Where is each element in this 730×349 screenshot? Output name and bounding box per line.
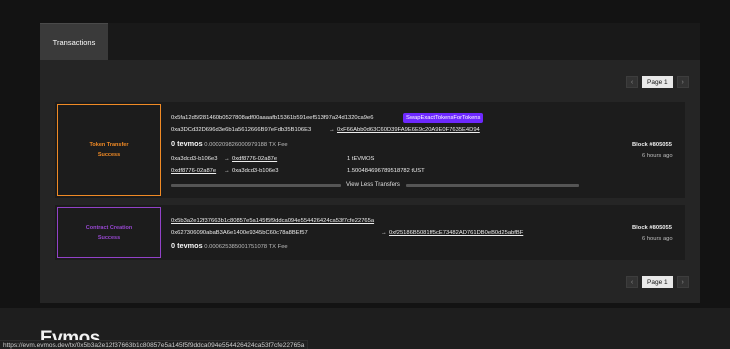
tx-type-label: Token Transfer: [89, 142, 129, 148]
tab-transactions[interactable]: Transactions: [40, 23, 108, 60]
tx-hash-link[interactable]: 0x5b3a2e12f37663b1c80857e5a145f5f9ddca09…: [171, 218, 374, 224]
tx-from-address[interactable]: 0xa3DCd32D696d3e6b1a5612666B97eFdb35B106…: [171, 127, 311, 133]
tx-status-label: Success: [97, 234, 121, 241]
fee-amount: 0 tevmos: [171, 241, 203, 250]
tx-age: 6 hours ago: [642, 153, 673, 159]
divider-bar: [171, 184, 341, 187]
page-indicator: Page 1: [642, 76, 673, 88]
fee-detail: 0.000625385001751078 TX Fee: [204, 244, 288, 250]
arrow-right-icon: →: [381, 230, 387, 236]
pagination-bottom: ‹ Page 1 ›: [626, 276, 689, 288]
pagination-top: ‹ Page 1 ›: [626, 76, 689, 88]
tx-type-label: Contract Creation: [85, 224, 133, 231]
tx-type-box: Contract Creation Success: [57, 207, 161, 258]
transfer-to[interactable]: 0xa3dcd3-b106e3: [232, 168, 278, 174]
chevron-left-icon[interactable]: ‹: [626, 76, 638, 88]
chevron-right-icon[interactable]: ›: [676, 76, 689, 88]
fee-amount: 0 tevmos: [171, 139, 203, 148]
transfer-from[interactable]: 0xdf8776-02a87e: [171, 168, 216, 174]
tx-fee: 0 tevmos 0.000209826000979188 TX Fee: [171, 139, 288, 148]
tx-from-address[interactable]: 0x627306090abaB3A6e1400e9345bC60c78a8BEf…: [171, 230, 308, 236]
chevron-left-icon[interactable]: ‹: [626, 276, 638, 288]
tx-type-box: Token Transfer Success: [57, 104, 161, 196]
tx-hash-link[interactable]: 0x5fa12d5f281460b0527808adf00aaaafb15361…: [171, 115, 373, 121]
arrow-right-icon: →: [224, 156, 230, 162]
block-number[interactable]: Block #805055: [632, 142, 672, 148]
tab-strip: [40, 23, 700, 60]
fee-detail: 0.000209826000979188 TX Fee: [204, 142, 288, 148]
tx-to-address[interactable]: 0xf25186B5081ff5cE73482AD761DB0eB0d25abf…: [389, 230, 523, 236]
divider-bar: [406, 184, 579, 187]
method-badge: SwapExactTokensForTokens: [403, 112, 484, 123]
tx-fee: 0 tevmos 0.000625385001751078 TX Fee: [171, 241, 288, 250]
transfer-from[interactable]: 0xa3dcd3-b106e3: [171, 156, 217, 162]
tx-status-label: Success: [97, 152, 121, 158]
tx-to-address[interactable]: 0xF66Abb0d63C60D39FA9E6E9c20A9E0F7635E4D…: [337, 127, 480, 133]
arrow-right-icon: →: [329, 127, 335, 133]
transfer-to[interactable]: 0xdf8776-02a87e: [232, 156, 277, 162]
tab-label: Transactions: [52, 37, 96, 47]
page-indicator: Page 1: [642, 276, 673, 288]
chevron-right-icon[interactable]: ›: [676, 276, 689, 288]
tx-age: 6 hours ago: [642, 236, 673, 242]
transfer-amount: 1.500484696789518782 tUST: [347, 168, 425, 174]
transaction-card: Contract Creation Success: [55, 205, 685, 260]
block-number[interactable]: Block #805055: [632, 225, 672, 231]
link-status-bar: https://evm.evmos.dev/tx/0x5b3a2e12f3766…: [0, 340, 309, 349]
view-less-transfers-button[interactable]: View Less Transfers: [346, 182, 400, 188]
transfer-amount: 1 tEVMOS: [347, 156, 375, 162]
arrow-right-icon: →: [224, 168, 230, 174]
